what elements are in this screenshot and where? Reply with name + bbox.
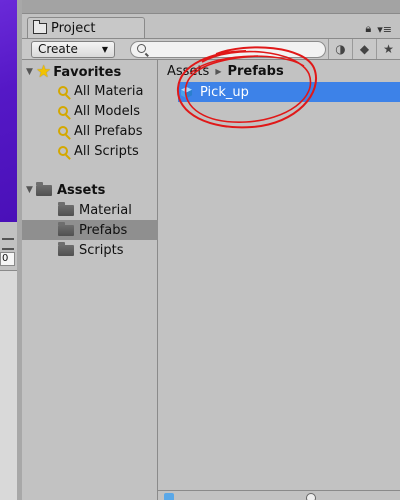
tree-item-label: All Scripts	[74, 143, 139, 159]
inspector-value-field[interactable]: 0	[0, 252, 15, 266]
project-toolbar: Create ▼ ◑ ◆ ★	[22, 38, 400, 60]
search-icon	[137, 44, 146, 53]
tree-item-folder[interactable]: Scripts	[22, 240, 158, 260]
folder-icon	[58, 221, 74, 236]
tree-item-favorite[interactable]: All Materia	[22, 81, 158, 101]
expand-triangle-icon[interactable]: ▼	[26, 185, 36, 195]
tree-item-label: All Materia	[74, 83, 144, 99]
tree-item-label: All Prefabs	[74, 123, 143, 139]
star-icon: ★	[36, 62, 52, 82]
breadcrumb-prefabs[interactable]: Prefabs	[227, 64, 283, 79]
selected-asset-path	[164, 493, 174, 500]
create-button-label: Create	[38, 42, 78, 56]
tree-item-favorite[interactable]: All Models	[22, 101, 158, 121]
icon-size-slider[interactable]	[306, 493, 316, 500]
asset-item-selected[interactable]: Pick_up	[178, 82, 400, 102]
scene-view-fragment	[0, 0, 17, 222]
saved-search-icon	[58, 106, 68, 116]
tree-assets[interactable]: ▼ Assets	[22, 180, 158, 200]
folder-icon	[58, 201, 74, 216]
asset-item-label: Pick_up	[200, 84, 249, 100]
search-input[interactable]	[151, 43, 311, 56]
tab-project[interactable]: Project	[27, 17, 145, 39]
saved-search-icon	[58, 86, 68, 96]
saved-search-icon	[58, 126, 68, 136]
favorites-label: Favorites	[53, 64, 122, 80]
prefab-cube-icon	[164, 493, 174, 500]
menu-lines-icon[interactable]	[2, 238, 14, 250]
saved-search-icon	[58, 146, 68, 156]
folder-icon	[36, 181, 52, 196]
prefab-cube-icon	[180, 86, 193, 98]
expand-triangle-icon[interactable]: ▼	[26, 67, 36, 77]
chevron-down-icon: ▼	[101, 45, 108, 54]
assets-label: Assets	[57, 182, 106, 198]
bottom-status-bar	[158, 490, 400, 500]
tree-item-label: Prefabs	[79, 222, 128, 238]
search-field[interactable]	[130, 41, 326, 58]
folder-icon	[58, 241, 74, 256]
breadcrumb-assets[interactable]: Assets	[167, 64, 209, 79]
tree-item-folder[interactable]: Material	[22, 200, 158, 220]
filter-by-label-icon[interactable]: ◆	[352, 39, 376, 59]
folder-tree: ▼ ★ Favorites All Materia All Models All…	[22, 60, 158, 500]
window-top-bar	[22, 0, 400, 14]
asset-browser: Assets ▶ Prefabs Pick_up	[158, 60, 400, 500]
lock-icon[interactable]: 🔒︎	[365, 22, 371, 36]
tab-menu-icon[interactable]: ▾≡	[377, 23, 392, 36]
tree-item-favorite[interactable]: All Scripts	[22, 141, 158, 161]
tree-item-label: Material	[79, 202, 132, 218]
favorites-star-icon[interactable]: ★	[376, 39, 400, 59]
tree-item-label: Scripts	[79, 242, 124, 258]
project-folder-icon	[33, 20, 47, 34]
tree-item-folder-selected[interactable]: Prefabs	[22, 220, 158, 240]
tree-item-label: All Models	[74, 103, 141, 119]
filter-by-type-icon[interactable]: ◑	[328, 39, 352, 59]
tree-item-favorite[interactable]: All Prefabs	[22, 121, 158, 141]
create-button[interactable]: Create ▼	[31, 41, 115, 58]
tab-label: Project	[51, 21, 96, 36]
inspector-fragment	[0, 270, 17, 500]
breadcrumb: Assets ▶ Prefabs	[167, 64, 284, 79]
tab-controls: 🔒︎ ▾≡	[365, 22, 392, 36]
tree-favorites[interactable]: ▼ ★ Favorites	[22, 62, 158, 82]
breadcrumb-separator-icon: ▶	[215, 67, 222, 76]
